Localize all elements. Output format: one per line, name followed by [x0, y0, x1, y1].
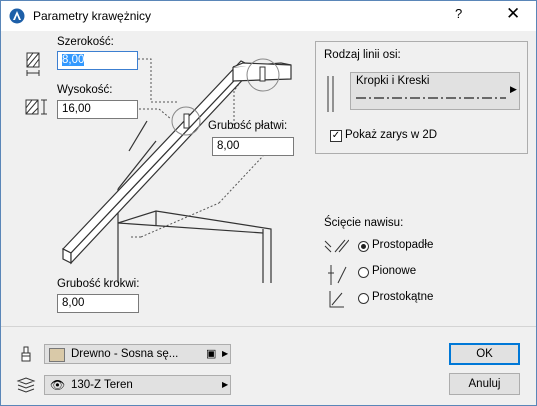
- rectangular-radio[interactable]: [358, 293, 369, 304]
- vertical-radio[interactable]: [358, 267, 369, 278]
- title-bar: Parametry krawężnicy ? ✕: [1, 1, 536, 31]
- dash-dot-line-icon: [356, 97, 506, 99]
- cancel-button[interactable]: Anuluj: [449, 373, 520, 395]
- chevron-right-icon: ▶: [510, 84, 517, 94]
- window-title: Parametry krawężnicy: [33, 9, 152, 23]
- rafter-thickness-label: Grubość krokwi:: [57, 278, 140, 290]
- vertical-cut-icon: [328, 265, 347, 285]
- axis-line-panel: Rodzaj linii osi: Kropki i Kreski ▶ ✓ Po…: [315, 41, 528, 154]
- purlin-thickness-label: Grubość płatwi:: [208, 120, 288, 132]
- axis-line-type-value: Kropki i Kreski: [356, 75, 430, 87]
- material-swatch: [49, 348, 65, 362]
- surface-settings-icon[interactable]: ▣: [206, 347, 216, 360]
- height-label: Wysokość:: [57, 84, 113, 96]
- brush-material-icon: [21, 346, 31, 362]
- height-hatch-icon: [25, 99, 47, 115]
- perpendicular-option-label: Prostopadłe: [372, 239, 434, 251]
- rectangular-cut-icon: [329, 291, 344, 308]
- axis-line-type-dropdown[interactable]: Kropki i Kreski ▶: [350, 72, 520, 110]
- material-dropdown[interactable]: Drewno - Sosna sę... ▣ ▶: [44, 344, 231, 364]
- show-outline-checkbox[interactable]: ✓: [330, 130, 342, 142]
- rectangular-option-label: Prostokątne: [372, 291, 434, 303]
- layers-icon: [16, 377, 36, 393]
- close-button[interactable]: ✕: [506, 4, 520, 24]
- show-outline-label: Pokaż zarys w 2D: [345, 129, 438, 141]
- archicad-app-icon: [9, 8, 25, 24]
- eave-cut-label: Ścięcie nawisu:: [324, 217, 404, 229]
- perpendicular-radio[interactable]: [358, 241, 369, 252]
- layer-dropdown[interactable]: 👁 130-Z Teren ▶: [44, 375, 231, 395]
- dialog-window: Parametry krawężnicy ? ✕ Szerokość: 8,00…: [0, 0, 537, 406]
- vertical-option-label: Pionowe: [372, 265, 417, 277]
- eye-visibility-icon[interactable]: 👁: [50, 378, 65, 392]
- trim-diagram: [62, 58, 292, 283]
- help-button[interactable]: ?: [455, 6, 462, 21]
- purlin-thickness-input[interactable]: 8,00: [212, 137, 294, 156]
- width-input[interactable]: 8,00: [57, 51, 138, 70]
- perpendicular-cut-icon: [324, 239, 349, 253]
- chevron-right-icon: ▶: [222, 380, 229, 389]
- chevron-right-icon: ▶: [222, 349, 229, 358]
- height-input[interactable]: 16,00: [57, 100, 138, 119]
- material-value: Drewno - Sosna sę...: [71, 348, 179, 360]
- width-hatch-icon: [26, 52, 40, 76]
- axis-line-preview-icon: [327, 76, 334, 112]
- ok-button[interactable]: OK: [449, 343, 520, 365]
- footer-separator: [1, 326, 536, 327]
- axis-line-type-label: Rodzaj linii osi:: [324, 49, 401, 61]
- layer-value: 130-Z Teren: [71, 379, 133, 391]
- rafter-thickness-input[interactable]: 8,00: [57, 294, 139, 313]
- width-label: Szerokość:: [57, 36, 114, 48]
